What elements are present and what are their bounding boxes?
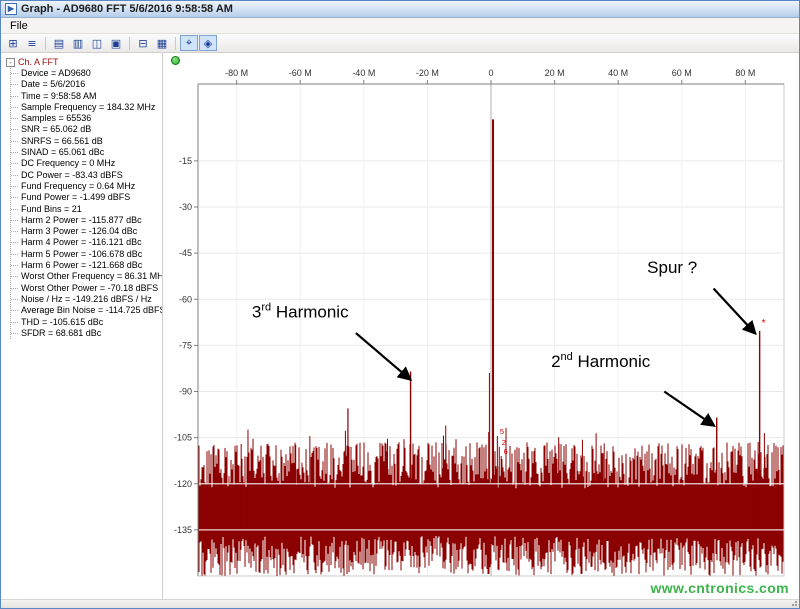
print-icon: ▣	[110, 36, 122, 50]
peak-marker-6: 6	[504, 447, 508, 456]
tree-item: Fund Power = -1.499 dBFS	[11, 192, 161, 203]
tree-item: Harm 3 Power = -126.04 dBc	[11, 226, 161, 237]
app-window: ▶ Graph - AD9680 FFT 5/6/2016 9:58:58 AM…	[0, 0, 800, 609]
main-area: - Ch. A FFT Device = AD9680 Date = 5/6/20…	[1, 53, 799, 599]
fft-results-list: Device = AD9680 Date = 5/6/2016 Time = 9:5…	[10, 68, 162, 340]
tree-item: Samples = 65536	[11, 113, 161, 124]
table-button[interactable]: ▦	[153, 35, 171, 51]
y-tick-label: -45	[179, 248, 192, 258]
tree-item: THD = -105.615 dBc	[11, 317, 161, 328]
print-button[interactable]: ▣	[107, 35, 125, 51]
window-title: Graph - AD9680 FFT 5/6/2016 9:58:58 AM	[21, 3, 233, 15]
tree-item: SFDR = 68.681 dBc	[11, 328, 161, 339]
markers-button[interactable]: ◈	[199, 35, 217, 51]
tree-item: Harm 4 Power = -116.121 dBc	[11, 237, 161, 248]
export-icon: ⊞	[8, 36, 18, 50]
form-button[interactable]: ▤	[50, 35, 68, 51]
tree-item: SNR = 65.062 dB	[11, 124, 161, 135]
settings-button[interactable]: ▥	[69, 35, 87, 51]
tree-item: Fund Frequency = 0.64 MHz	[11, 181, 161, 192]
crosshair-icon: ⌖	[185, 36, 193, 49]
save-button[interactable]: ◫	[88, 35, 106, 51]
peak-marker-spur: *	[762, 318, 766, 329]
y-tick-label: -120	[174, 479, 192, 489]
toolbar: ⊞ ≡ ▤ ▥ ◫ ▣ ⊟ ▦ ⌖ ◈	[1, 34, 799, 53]
tree-item: Time = 9:58:58 AM	[11, 91, 161, 102]
crosshair-button[interactable]: ⌖	[180, 35, 198, 51]
tree-item: Harm 6 Power = -121.668 dBc	[11, 260, 161, 271]
x-tick-label: -20 M	[416, 68, 439, 78]
run-indicator-icon	[171, 56, 180, 65]
grid-button[interactable]: ⊟	[134, 35, 152, 51]
toolbar-separator	[175, 36, 176, 50]
fft-plot[interactable]: -80 M -60 M -40 M -20 M 0 20 M 40 M 60 M 80 M -15…	[163, 53, 800, 601]
report-icon: ≡	[27, 36, 37, 50]
y-tick-label: -60	[179, 294, 192, 304]
toolbar-separator	[45, 36, 46, 50]
peak-marker-2: 2	[502, 438, 506, 447]
tree-item: Fund Bins = 21	[11, 204, 161, 215]
x-tick-label: -40 M	[352, 68, 375, 78]
tree-item: Date = 5/6/2016	[11, 79, 161, 90]
save-icon: ◫	[91, 36, 103, 50]
x-tick-label: 0	[488, 68, 493, 78]
peak-marker-5: 5	[500, 427, 504, 436]
tree-item: Worst Other Frequency = 86.31 MHz	[11, 271, 162, 282]
tree-root: - Ch. A FFT	[6, 57, 161, 67]
form-icon: ▤	[53, 36, 65, 50]
menu-file[interactable]: File	[3, 19, 35, 33]
results-tree-panel: - Ch. A FFT Device = AD9680 Date = 5/6/20…	[1, 53, 163, 599]
report-button[interactable]: ≡	[23, 35, 41, 51]
tree-item: Harm 5 Power = -106.678 dBc	[11, 249, 161, 260]
toolbar-separator	[129, 36, 130, 50]
watermark: www.cntronics.com	[650, 580, 789, 596]
y-tick-label: -30	[179, 202, 192, 212]
tree-item: Sample Frequency = 184.32 MHz	[11, 102, 161, 113]
tree-collapse-toggle[interactable]: -	[6, 57, 15, 67]
tree-item: SNRFS = 66.561 dB	[11, 136, 161, 147]
x-tick-label: 40 M	[608, 68, 628, 78]
y-tick-label: -15	[179, 156, 192, 166]
spur-annotation-label: Spur ?	[647, 258, 697, 277]
menu-bar: File	[1, 18, 799, 34]
y-tick-label: -135	[174, 525, 192, 535]
markers-icon: ◈	[203, 36, 213, 50]
x-tick-label: -60 M	[289, 68, 312, 78]
table-icon: ▦	[156, 36, 168, 50]
settings-icon: ▥	[72, 36, 84, 50]
y-tick-label: -75	[179, 340, 192, 350]
y-tick-label: -105	[174, 433, 192, 443]
tree-root-label: Ch. A FFT	[18, 57, 59, 67]
title-bar[interactable]: ▶ Graph - AD9680 FFT 5/6/2016 9:58:58 AM	[1, 1, 799, 18]
export-button[interactable]: ⊞	[4, 35, 22, 51]
tree-item: Worst Other Power = -70.18 dBFS	[11, 283, 161, 294]
x-tick-label: 60 M	[672, 68, 692, 78]
resize-grip[interactable]	[790, 600, 798, 607]
tree-item: Average Bin Noise = -114.725 dBFS	[11, 305, 162, 316]
tree-item: DC Frequency = 0 MHz	[11, 158, 161, 169]
tree-item: SINAD = 65.061 dBc	[11, 147, 161, 158]
x-tick-label: 20 M	[545, 68, 565, 78]
tree-item: Device = AD9680	[11, 68, 161, 79]
grid-icon: ⊟	[138, 36, 148, 50]
tree-item: Noise / Hz = -149.216 dBFS / Hz	[11, 294, 161, 305]
x-tick-label: 80 M	[735, 68, 755, 78]
x-tick-label: -80 M	[225, 68, 248, 78]
app-icon: ▶	[5, 3, 17, 15]
tree-item: Harm 2 Power = -115.877 dBc	[11, 215, 161, 226]
y-tick-label: -90	[179, 387, 192, 397]
tree-item: DC Power = -83.43 dBFS	[11, 170, 161, 181]
plot-panel: -80 M -60 M -40 M -20 M 0 20 M 40 M 60 M 80 M -15…	[163, 53, 799, 599]
